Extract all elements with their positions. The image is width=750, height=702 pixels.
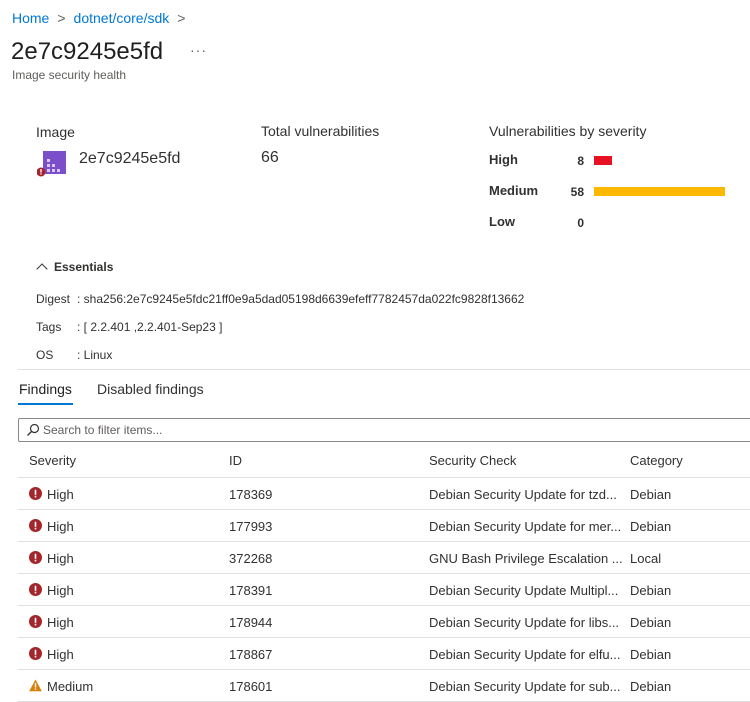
active-tab-indicator [18,403,73,405]
chevron-right-icon: > [57,10,66,26]
column-header-security-check[interactable]: Security Check [429,453,516,468]
security-check-cell: Debian Security Update for mer... [429,519,622,534]
essentials-key: Tags [36,320,62,334]
essentials-key: Digest [36,292,71,306]
chevron-up-icon [36,263,48,275]
id-cell: 178867 [229,647,273,662]
severity-medium-label: Medium [489,183,539,198]
essentials-key: OS [36,348,54,362]
category-cell: Debian [630,583,672,598]
search-icon [27,423,40,436]
essentials-value: : Linux [77,348,113,362]
severity-cell: High [47,647,74,662]
security-check-cell: Debian Security Update Multipl... [429,583,619,598]
more-options-button[interactable]: ··· [190,42,207,58]
page-subtitle: Image security health [12,68,127,82]
category-cell: Local [630,551,662,566]
essentials-value: : sha256:2e7c9245e5fdc21ff0e9a5dad05198d… [77,292,525,306]
id-cell: 178391 [229,583,273,598]
security-check-cell: Debian Security Update for sub... [429,679,621,694]
severity-low-count: 0 [577,216,584,230]
id-cell: 372268 [229,551,273,566]
high-severity-icon [29,487,42,500]
high-severity-icon [29,519,42,532]
chevron-right-icon: > [177,10,186,26]
severity-low-label: Low [489,214,515,229]
severity-high-bar [594,156,613,165]
id-cell: 178601 [229,679,273,694]
security-check-cell: Debian Security Update for tzd... [429,487,617,502]
severity-high-label: High [489,152,518,167]
tab-findings[interactable]: Findings [19,381,72,397]
id-cell: 178369 [229,487,273,502]
image-label: Image [36,124,75,140]
essentials-label: Essentials [54,260,114,274]
breadcrumb-home[interactable]: Home [12,10,49,26]
high-severity-icon [29,647,42,660]
table-row[interactable]: High 178369 Debian Security Update for t… [18,478,750,510]
category-cell: Debian [630,647,672,662]
table-row[interactable]: High 177993 Debian Security Update for m… [18,510,750,542]
breadcrumb: Home > dotnet/core/sdk > [12,10,193,26]
severity-cell: High [47,519,74,534]
total-vulnerabilities-value: 66 [261,149,279,166]
high-severity-icon [29,551,42,564]
id-cell: 178944 [229,615,273,630]
table-row[interactable]: Medium 178601 Debian Security Update for… [18,670,750,702]
security-check-cell: Debian Security Update for elfu... [429,647,621,662]
image-name: 2e7c9245e5fd [79,150,181,167]
category-cell: Debian [630,679,672,694]
severity-cell: High [47,583,74,598]
severity-high-count: 8 [577,154,584,168]
table-row[interactable]: High 178867 Debian Security Update for e… [18,638,750,670]
severity-medium-bar [594,187,725,196]
severity-label: Vulnerabilities by severity [489,123,647,139]
category-cell: Debian [630,519,672,534]
column-header-id[interactable]: ID [229,453,242,468]
category-cell: Debian [630,487,672,502]
medium-severity-icon [29,679,42,692]
search-placeholder: Search to filter items... [43,423,163,437]
table-row[interactable]: High 178391 Debian Security Update Multi… [18,574,750,606]
column-header-severity[interactable]: Severity [29,453,76,468]
security-check-cell: Debian Security Update for libs... [429,615,620,630]
table-header: Severity ID Security Check Category [18,445,750,478]
category-cell: Debian [630,615,672,630]
severity-medium-count: 58 [570,185,584,199]
severity-cell: High [47,487,74,502]
table-row[interactable]: High 178944 Debian Security Update for l… [18,606,750,638]
divider [18,369,750,370]
essentials-value: : [ 2.2.401 ,2.2.401-Sep23 ] [77,320,223,334]
column-header-category[interactable]: Category [630,453,683,468]
total-vulnerabilities-label: Total vulnerabilities [261,123,380,139]
essentials-toggle[interactable]: Essentials [36,260,114,275]
security-check-cell: GNU Bash Privilege Escalation ... [429,551,623,566]
id-cell: 177993 [229,519,273,534]
high-severity-icon [29,615,42,628]
high-severity-icon [29,583,42,596]
breadcrumb-repo[interactable]: dotnet/core/sdk [74,10,170,26]
severity-cell: Medium [47,679,94,694]
table-row[interactable]: High 372268 GNU Bash Privilege Escalatio… [18,542,750,574]
severity-cell: High [47,551,74,566]
search-input[interactable]: Search to filter items... [18,418,750,442]
container-image-icon [36,150,67,180]
page-title: 2e7c9245e5fd [11,38,164,65]
severity-cell: High [47,615,74,630]
tab-disabled-findings[interactable]: Disabled findings [97,381,204,397]
